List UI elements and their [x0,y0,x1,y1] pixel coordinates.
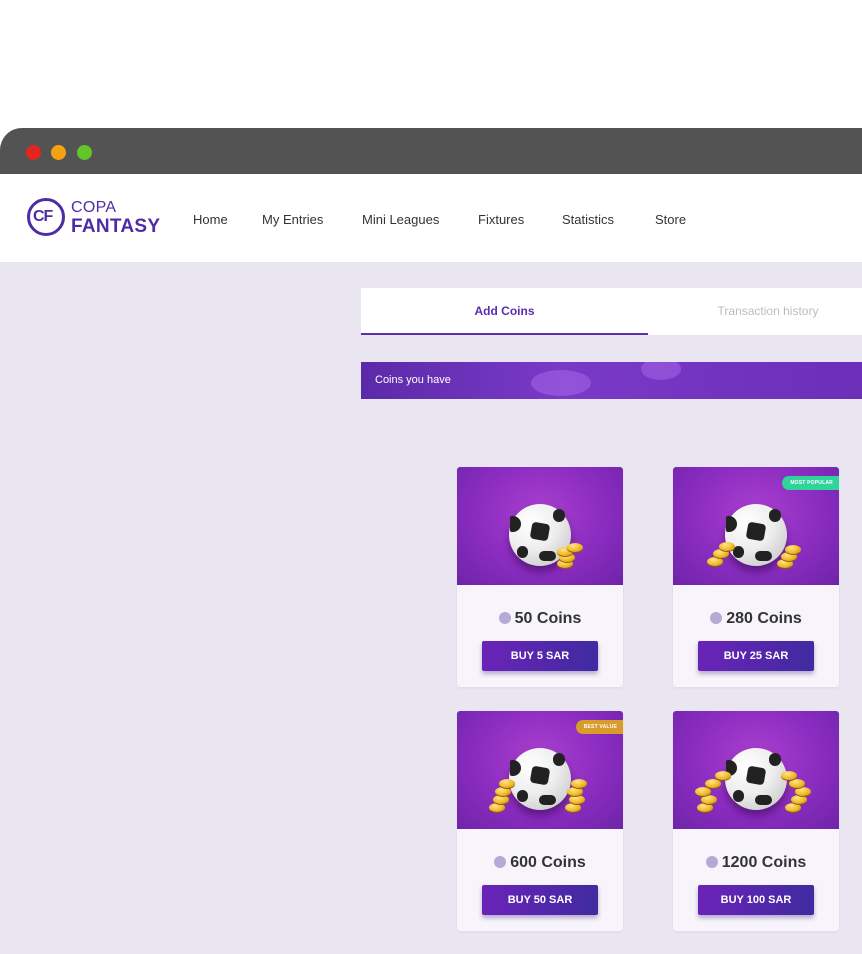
gold-coin-icon [707,557,723,566]
soccer-ball-icon [509,748,571,810]
gold-coin-icon [571,779,587,788]
logo-text-top: COPA [71,199,117,216]
gold-coin-icon [489,803,505,812]
coin-amount: 1200 Coins [673,854,839,872]
coin-amount: 600 Coins [457,854,623,872]
gold-coin-icon [495,787,511,796]
copa-fantasy-logo[interactable]: CF COPA FANTASY [27,198,162,238]
gold-coin-icon [791,795,807,804]
logo-mark-letters: CF [33,208,53,225]
logo-text-bottom: FANTASY [71,216,161,237]
browser-window: CF COPA FANTASY Home My Entries Mini Lea… [0,128,862,954]
screenshot-stage: CF COPA FANTASY Home My Entries Mini Lea… [0,0,862,954]
best-value-badge: BEST VALUE [575,720,623,734]
gold-coin-icon [697,803,713,812]
soccer-ball-icon [725,504,787,566]
coin-stack-icon [705,856,718,868]
coin-package-card: BEST VALUE 600 Coins BUY 50 SAR [457,711,623,931]
coin-package-image: MOST POPULAR [673,467,839,585]
tab-add-coins[interactable]: Add Coins [361,288,648,335]
coin-stack-icon [498,612,511,624]
gold-coin-icon [789,779,805,788]
browser-titlebar [0,128,862,174]
coin-amount: 50 Coins [457,610,623,628]
gold-coin-icon [569,795,585,804]
nav-item-store[interactable]: Store [655,212,686,227]
coin-package-card: 1200 Coins BUY 100 SAR [673,711,839,931]
most-popular-badge: MOST POPULAR [782,476,839,490]
gold-coin-icon [695,787,711,796]
logo-mark-icon: CF [27,198,65,236]
coin-stack-icon [494,856,507,868]
gold-coin-icon [567,543,583,552]
gold-coin-icon [705,779,721,788]
store-tabs: Add Coins Transaction history [361,288,862,335]
gold-coin-icon [785,803,801,812]
coins-balance-bar: Coins you have [361,362,862,399]
coin-amount-text: 1200 Coins [721,854,807,871]
gold-coin-icon [493,795,509,804]
buy-5-sar-button[interactable]: BUY 5 SAR [482,641,598,671]
gold-coin-icon [785,545,801,554]
buy-50-sar-button[interactable]: BUY 50 SAR [482,885,598,915]
coin-package-image: BEST VALUE [457,711,623,829]
coin-package-image [457,467,623,585]
coin-amount: 280 Coins [673,610,839,628]
coin-amount-text: 50 Coins [514,610,582,627]
top-navbar: CF COPA FANTASY Home My Entries Mini Lea… [0,174,862,262]
nav-item-home[interactable]: Home [193,212,228,227]
coin-package-card: MOST POPULAR 280 Coins BUY 25 SAR [673,467,839,687]
minimize-window-dot-icon[interactable] [51,145,66,160]
gold-coin-icon [701,795,717,804]
coin-stack-icon [710,612,723,624]
gold-coin-icon [719,542,735,551]
close-window-dot-icon[interactable] [26,145,41,160]
buy-100-sar-button[interactable]: BUY 100 SAR [698,885,814,915]
gold-coin-icon [715,771,731,780]
gold-coin-icon [781,771,797,780]
nav-item-my-entries[interactable]: My Entries [262,212,323,227]
coin-package-card: 50 Coins BUY 5 SAR [457,467,623,687]
coins-balance-label: Coins you have [375,374,451,386]
decor-blob [531,370,591,396]
gold-coin-icon [567,787,583,796]
nav-item-statistics[interactable]: Statistics [562,212,614,227]
gold-coin-icon [565,803,581,812]
decor-blob [641,362,681,380]
soccer-ball-icon [725,748,787,810]
tab-transaction-history[interactable]: Transaction history [648,288,862,335]
maximize-window-dot-icon[interactable] [77,145,92,160]
buy-25-sar-button[interactable]: BUY 25 SAR [698,641,814,671]
nav-item-mini-leagues[interactable]: Mini Leagues [362,212,439,227]
coin-amount-text: 600 Coins [510,854,586,871]
gold-coin-icon [499,779,515,788]
gold-coin-icon [795,787,811,796]
nav-item-fixtures[interactable]: Fixtures [478,212,524,227]
coin-package-image [673,711,839,829]
coin-amount-text: 280 Coins [726,610,802,627]
